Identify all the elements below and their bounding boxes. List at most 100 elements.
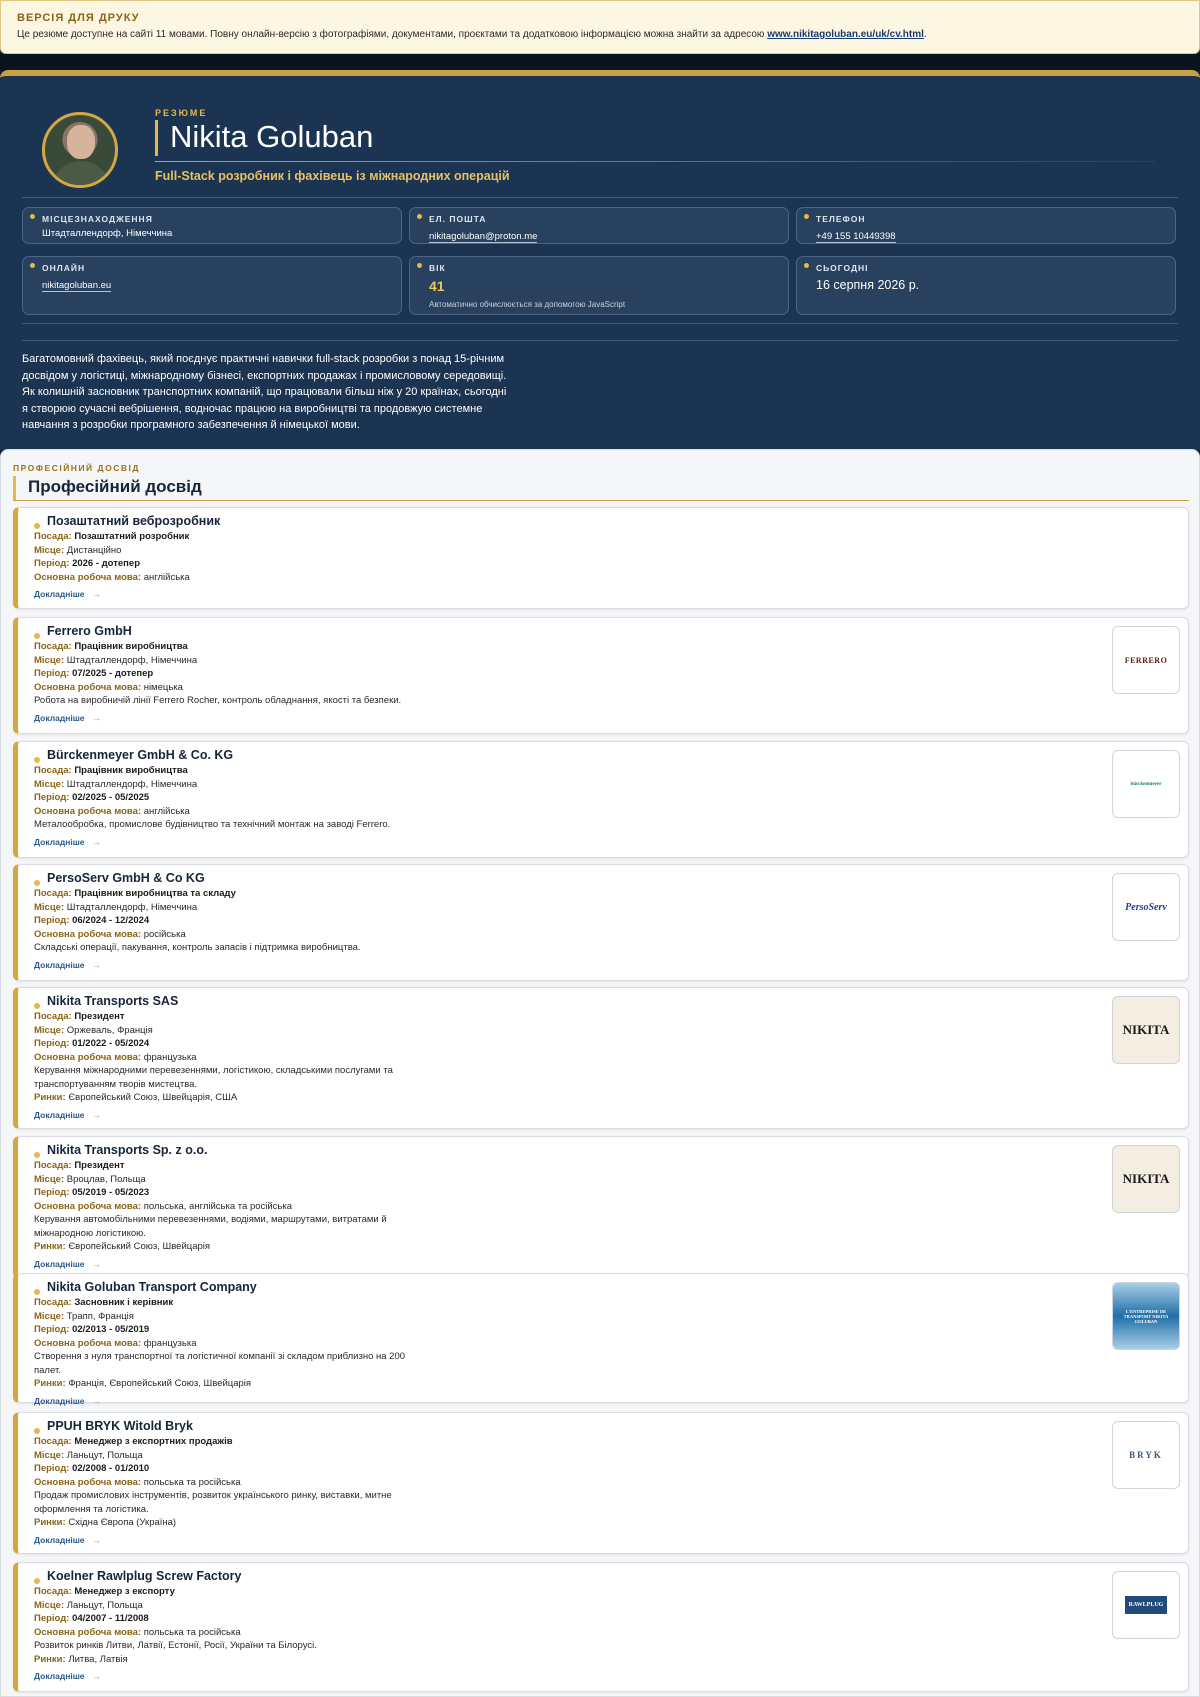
place-label: Місце:	[34, 1024, 65, 1036]
period-label: Період:	[34, 558, 70, 569]
job-period-row: Період: 05/2019 - 05/2023	[34, 1186, 434, 1200]
company-logo-text: PersoServ	[1125, 901, 1167, 913]
period-label: Період:	[34, 1038, 70, 1049]
location-card: МІСЦЕЗНАХОДЖЕННЯ Штадталлендорф, Німеччи…	[22, 207, 402, 244]
website-link[interactable]: nikitagoluban.eu	[42, 280, 112, 292]
company-logo-text: NIKITA	[1122, 1022, 1170, 1037]
more-details-label: Докладніше	[34, 1534, 85, 1545]
arrow-right-icon: →	[92, 712, 102, 723]
profile-name: Nikita Goluban	[170, 119, 374, 154]
company-logo-text: RAWLPLUG	[1124, 1596, 1168, 1614]
job-markets: Європейський Союз, Швейцарія, США	[68, 1092, 238, 1103]
print-banner-end: .	[923, 29, 927, 40]
bullet-icon	[34, 523, 40, 529]
job-company: Позаштатний веброзробник	[47, 514, 221, 528]
bullet-icon	[30, 263, 35, 268]
today-value: 16 серпня 2026 р.	[816, 278, 920, 292]
email-label: ЕЛ. ПОШТА	[429, 214, 487, 224]
language-label: Основна робоча мова:	[34, 571, 142, 583]
job-markets: Литва, Латвія	[68, 1653, 128, 1665]
profile-subtitle: Full-Stack розробник і фахівець із міжна…	[155, 169, 510, 183]
period-label: Період:	[34, 1187, 70, 1198]
job-description: Металообробка, промислове будівництво та…	[34, 819, 391, 830]
online-cv-link[interactable]: www.nikitagoluban.eu/uk/cv.html	[767, 29, 924, 40]
place-label: Місце:	[34, 1449, 65, 1461]
job-period: 01/2022 - 05/2024	[72, 1038, 150, 1049]
job-markets-row: Ринки: Східна Європа (Україна)	[34, 1516, 434, 1530]
markets-label: Ринки:	[34, 1517, 66, 1528]
job-place-row: Місце: Вроцлав, Польща	[34, 1173, 434, 1187]
language-label: Основна робоча мова:	[34, 1626, 142, 1638]
job-language-row: Основна робоча мова: французька	[34, 1051, 434, 1065]
place-label: Місце:	[34, 544, 65, 556]
job-description: Створення з нуля транспортної та логісти…	[34, 1351, 406, 1376]
job-language: польська та російська	[143, 1626, 241, 1638]
job-card: PersoServ GmbH & Co KG Посада: Працівник …	[13, 864, 1189, 981]
arrow-right-icon: →	[92, 589, 102, 599]
job-position-row: Посада: Менеджер з експорту	[34, 1585, 434, 1599]
bullet-icon	[30, 214, 35, 219]
section-kicker: ПРОФЕСІЙНИЙ ДОСВІД	[13, 463, 140, 473]
job-markets: Європейський Союз, Швейцарія	[68, 1241, 211, 1252]
period-label: Період:	[34, 792, 70, 803]
more-details-link[interactable]: Докладніше →	[34, 588, 434, 602]
print-banner-text: Це резюме доступне на сайті 11 мовами. П…	[17, 29, 1183, 40]
more-details-link[interactable]: Докладніше →	[34, 1109, 434, 1123]
job-period: 04/2007 - 11/2008	[72, 1613, 149, 1624]
company-logo: FERRERO	[1112, 626, 1180, 694]
more-details-link[interactable]: Докладніше →	[34, 1258, 434, 1272]
job-markets-row: Ринки: Франція, Європейський Союз, Швейц…	[34, 1377, 434, 1391]
job-period-row: Період: 02/2025 - 05/2025	[34, 791, 434, 805]
job-description: Робота на виробничій лінії Ferrero Roche…	[34, 695, 402, 706]
job-period-row: Період: 06/2024 - 12/2024	[34, 914, 434, 928]
more-details-link[interactable]: Докладніше →	[34, 712, 434, 726]
more-details-label: Докладніше	[34, 959, 85, 970]
job-fields: Посада: Позаштатний розробник Місце: Дист…	[34, 530, 434, 602]
arrow-right-icon: →	[92, 1534, 102, 1545]
avatar	[42, 112, 118, 188]
job-place-row: Місце: Дистанційно	[34, 544, 434, 558]
job-place: Оржеваль, Франція	[66, 1024, 153, 1036]
job-position: Працівник виробництва	[74, 765, 188, 776]
print-banner: ВЕРСІЯ ДЛЯ ДРУКУ Це резюме доступне на с…	[0, 0, 1200, 54]
bullet-icon	[34, 1428, 40, 1434]
job-place: Штадталлендорф, Німеччина	[66, 654, 198, 666]
more-details-link[interactable]: Докладніше →	[34, 1534, 434, 1548]
job-period: 02/2013 - 05/2019	[72, 1324, 150, 1335]
markets-label: Ринки:	[34, 1653, 66, 1665]
job-place: Вроцлав, Польща	[66, 1173, 146, 1185]
company-logo-text: L'ENTREPRISE DE TRANSPORT NIKITA GOLUBAN	[1123, 1308, 1169, 1324]
more-details-link[interactable]: Докладніше →	[34, 1395, 434, 1409]
online-card: ОНЛАЙН nikitagoluban.eu	[22, 256, 402, 315]
period-label: Період:	[34, 915, 70, 926]
more-details-link[interactable]: Докладніше →	[34, 836, 434, 850]
more-details-link[interactable]: Докладніше →	[34, 959, 434, 973]
job-language: російська	[143, 928, 186, 940]
location-label: МІСЦЕЗНАХОДЖЕННЯ	[42, 214, 153, 224]
section-divider	[13, 500, 1189, 501]
phone-link[interactable]: +49 155 10449398	[816, 231, 896, 243]
job-card: Nikita Goluban Transport Company Посада: …	[13, 1273, 1189, 1406]
place-label: Місце:	[34, 1173, 65, 1185]
job-card: Ferrero GmbH Посада: Працівник виробництв…	[13, 617, 1189, 734]
more-details-link[interactable]: Докладніше →	[34, 1670, 434, 1684]
job-description: Продаж промислових інструментів, розвито…	[34, 1490, 392, 1515]
job-language: французька	[143, 1337, 197, 1349]
job-markets-row: Ринки: Європейський Союз, Швейцарія, США	[34, 1091, 434, 1105]
arrow-right-icon: →	[92, 1671, 102, 1681]
job-period: 02/2008 - 01/2010	[72, 1463, 150, 1474]
age-note: Автоматично обчислюється за допомогою Ja…	[429, 300, 626, 309]
bullet-icon	[804, 263, 809, 268]
bullet-icon	[417, 263, 422, 268]
online-label: ОНЛАЙН	[42, 263, 86, 273]
position-label: Посада:	[34, 641, 72, 652]
period-label: Період:	[34, 668, 70, 679]
bullet-icon	[34, 757, 40, 763]
period-label: Період:	[34, 1463, 70, 1474]
email-card: ЕЛ. ПОШТА nikitagoluban@proton.me	[409, 207, 789, 244]
bullet-icon	[34, 1003, 40, 1009]
email-link[interactable]: nikitagoluban@proton.me	[429, 231, 538, 243]
arrow-right-icon: →	[92, 1109, 102, 1120]
job-position: Працівник виробництва	[74, 641, 188, 652]
name-wrap: Nikita Goluban	[155, 120, 1155, 156]
